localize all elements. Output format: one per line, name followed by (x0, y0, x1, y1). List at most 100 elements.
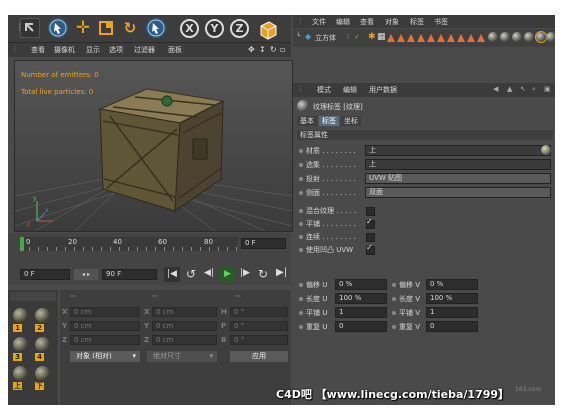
position-x-field[interactable]: 0 cm (70, 307, 140, 317)
attr-menu-userdata[interactable]: 用户数据 (369, 85, 397, 95)
material-tag-icon[interactable] (536, 32, 546, 42)
play-icon[interactable]: ▶ (220, 267, 235, 282)
z-axis-lock-button[interactable]: Z (230, 19, 249, 38)
texture-tag-icon[interactable] (417, 34, 425, 42)
search-icon[interactable]: ⌕ (532, 85, 536, 94)
size-mode-dropdown[interactable]: 绝对尺寸 ▾ (147, 351, 217, 362)
object-row[interactable]: └ ◆ 立方体 ⁝ ✓ ✱ ▦ (293, 29, 555, 47)
rotation-p-field[interactable]: 0 ° (230, 321, 288, 331)
next-frame-icon[interactable]: |▶ (240, 268, 250, 278)
selection-field[interactable]: 上 (365, 159, 551, 170)
start-frame-field[interactable]: 0 F (20, 269, 70, 280)
size-y-field[interactable]: 0 cm (152, 321, 217, 331)
go-to-end-icon[interactable]: ▶| (276, 267, 288, 282)
material-tag-icon[interactable] (488, 32, 498, 42)
go-to-start-icon[interactable]: |◀ (164, 267, 180, 282)
previous-frame-icon[interactable]: ◀| (204, 268, 214, 278)
tab-basic[interactable]: 基本 (297, 116, 317, 126)
viewport-menu-options[interactable]: 选项 (109, 45, 123, 55)
seamless-checkbox[interactable] (366, 233, 375, 242)
timeline[interactable]: 0 20 40 60 80 0 F (8, 233, 291, 265)
tab-tag[interactable]: 标签 (319, 116, 339, 126)
select-tool-icon[interactable] (48, 18, 68, 38)
om-menu-object[interactable]: 对象 (385, 17, 399, 27)
texture-tag-icon[interactable] (457, 34, 465, 42)
animate-dot-icon[interactable] (299, 149, 303, 153)
texture-tag-icon[interactable] (387, 34, 395, 42)
om-menu-bookmark[interactable]: 书签 (434, 17, 448, 27)
mix-textures-checkbox[interactable] (366, 207, 375, 216)
animate-dot-icon[interactable] (392, 297, 396, 301)
undo-icon[interactable] (20, 18, 40, 38)
x-axis-lock-button[interactable]: X (180, 19, 199, 38)
y-axis-lock-button[interactable]: Y (205, 19, 224, 38)
om-menu-file[interactable]: 文件 (312, 17, 326, 27)
length-v-field[interactable]: 100 % (426, 293, 478, 304)
texture-tag-icon[interactable] (437, 34, 445, 42)
timeline-track[interactable]: 0 20 40 60 80 (20, 237, 238, 251)
texture-tag-icon[interactable] (397, 34, 405, 42)
material-ball[interactable] (35, 366, 50, 381)
offset-u-field[interactable]: 0 % (335, 279, 387, 290)
animate-dot-icon[interactable] (299, 191, 303, 195)
visibility-dots-icon[interactable]: ⁝ (347, 33, 349, 41)
frame-step-arrows-icon[interactable]: ◂ ▸ (74, 269, 98, 280)
tab-coordinates[interactable]: 坐标 (341, 116, 361, 126)
rotate-tool-icon[interactable]: ↻ (120, 18, 140, 38)
animate-dot-icon[interactable] (392, 311, 396, 315)
texture-tag-icon[interactable] (477, 34, 485, 42)
material-tag-icon[interactable] (524, 32, 534, 42)
coordinate-system-icon[interactable] (257, 18, 277, 40)
uvw-tag-icon[interactable]: ▦ (377, 32, 386, 42)
animate-dot-icon[interactable] (299, 325, 303, 329)
side-dropdown[interactable]: 双面 (365, 187, 551, 198)
viewport-menu-display[interactable]: 显示 (86, 45, 100, 55)
move-tool-icon[interactable]: ✛ (73, 18, 93, 38)
object-name[interactable]: 立方体 (315, 33, 336, 43)
animate-dot-icon[interactable] (299, 177, 303, 181)
maximize-view-icon[interactable]: ▫ (280, 45, 285, 54)
animate-dot-icon[interactable] (299, 235, 303, 239)
lock-icon[interactable]: ▣ (544, 85, 551, 93)
om-menu-edit[interactable]: 编辑 (336, 17, 350, 27)
repetitions-u-field[interactable]: 0 (335, 321, 387, 332)
offset-v-field[interactable]: 0 % (426, 279, 478, 290)
enabled-check-icon[interactable]: ✓ (354, 33, 360, 41)
texture-tag-icon[interactable] (467, 34, 475, 42)
animate-dot-icon[interactable] (392, 283, 396, 287)
material-ball[interactable] (13, 366, 28, 381)
3d-viewport[interactable]: y z x Number of emitters: 0 Total live p… (14, 60, 293, 232)
om-menu-view[interactable]: 查看 (360, 17, 374, 27)
move-view-icon[interactable]: ✥ (248, 45, 255, 54)
end-frame-field[interactable]: 90 F (102, 269, 157, 280)
rotation-b-field[interactable]: 0 ° (230, 335, 288, 345)
texture-tag-icon[interactable] (447, 34, 455, 42)
zoom-view-icon[interactable]: ↕ (259, 45, 266, 54)
texture-tag-icon[interactable] (427, 34, 435, 42)
position-y-field[interactable]: 0 cm (70, 321, 140, 331)
size-x-field[interactable]: 0 cm (152, 307, 217, 317)
next-key-icon[interactable]: ↻ (258, 267, 268, 281)
material-ball[interactable] (35, 337, 50, 352)
cursor-icon[interactable]: ↖ (520, 85, 526, 93)
phong-tag-icon[interactable]: ✱ (368, 32, 376, 42)
current-frame-field[interactable]: 0 F (241, 238, 286, 249)
material-preview-icon[interactable] (541, 145, 551, 155)
material-tag-icon[interactable] (546, 32, 555, 42)
animate-dot-icon[interactable] (299, 248, 303, 252)
animate-dot-icon[interactable] (299, 297, 303, 301)
material-tag-icon[interactable] (500, 32, 510, 42)
projection-dropdown[interactable]: UVW 贴图 (365, 173, 551, 184)
viewport-menu-panel[interactable]: 面板 (168, 45, 182, 55)
attr-menu-mode[interactable]: 模式 (317, 85, 331, 95)
material-ball[interactable] (13, 308, 28, 323)
scale-tool-icon[interactable] (96, 18, 116, 38)
material-ball[interactable] (13, 337, 28, 352)
position-z-field[interactable]: 0 cm (70, 335, 140, 345)
attr-menu-edit[interactable]: 编辑 (343, 85, 357, 95)
material-ball[interactable] (35, 308, 50, 323)
animate-dot-icon[interactable] (299, 311, 303, 315)
up-arrow-icon[interactable]: ▲ (507, 85, 512, 93)
length-u-field[interactable]: 100 % (335, 293, 387, 304)
material-tag-icon[interactable] (512, 32, 522, 42)
